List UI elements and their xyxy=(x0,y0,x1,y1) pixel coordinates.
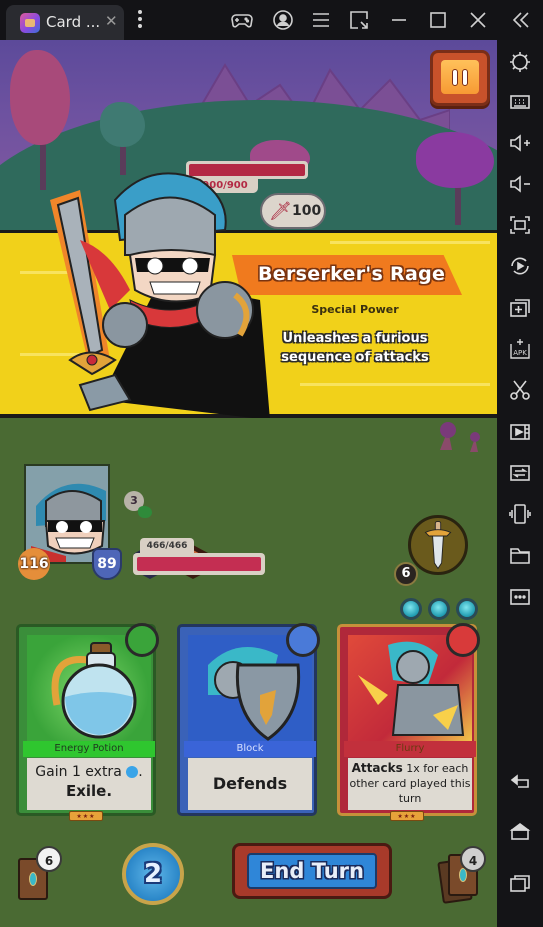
collapse-sidebar-icon[interactable] xyxy=(509,8,533,32)
card-description: Attacks 1x for each other card played th… xyxy=(348,758,472,810)
special-power-description: Unleashes a furious sequence of attacks xyxy=(281,331,429,365)
card-text-line: Exile. xyxy=(65,782,113,800)
card-title: Flurry xyxy=(344,741,476,757)
folder-icon[interactable] xyxy=(508,544,532,568)
card-text-line: Defends xyxy=(212,774,288,793)
emulator-toolbar: APK xyxy=(497,40,543,927)
pause-bar xyxy=(452,69,458,86)
settings-icon[interactable] xyxy=(508,50,532,74)
tree xyxy=(100,102,145,147)
mushroom-decoration xyxy=(440,422,480,452)
volume-up-icon[interactable] xyxy=(508,131,532,155)
card-block[interactable]: Block Defends xyxy=(177,623,320,816)
card-title: Energy Potion xyxy=(23,741,155,757)
tab-title: Card ... xyxy=(46,13,101,31)
more-icon[interactable] xyxy=(508,585,532,609)
minimize-icon[interactable] xyxy=(387,8,411,32)
player-health-text: 466/466 xyxy=(140,538,194,554)
knight-character-art xyxy=(50,172,270,420)
card-title: Block xyxy=(184,741,316,757)
sync-icon[interactable] xyxy=(508,461,532,485)
special-power-subtitle: Special Power xyxy=(311,303,399,316)
energy-counter: 2 xyxy=(122,843,184,905)
card-energy-potion[interactable]: Energy Potion Gain 1 extra . Exile. ★★★ xyxy=(16,623,159,821)
tab-close-button[interactable]: ✕ xyxy=(105,12,118,30)
card-flurry[interactable]: Flurry Attacks 1x for each other card pl… xyxy=(337,623,480,821)
record-video-icon[interactable] xyxy=(508,420,532,444)
shake-icon[interactable] xyxy=(508,502,532,526)
install-apk-icon[interactable]: APK xyxy=(508,337,532,361)
keyboard-icon[interactable] xyxy=(508,90,532,114)
player-armor-badge: 89 xyxy=(92,548,122,580)
draw-pile-count: 6 xyxy=(36,846,62,872)
card-rarity-stars: ★★★ xyxy=(390,811,424,821)
window-resize-icon[interactable] xyxy=(347,8,371,32)
screenshot-region-icon[interactable] xyxy=(508,213,532,237)
add-window-icon[interactable] xyxy=(508,296,532,320)
player-health-bar xyxy=(133,553,265,575)
app-tab[interactable]: Card ... ✕ xyxy=(6,5,124,40)
card-text-keyword: Attacks xyxy=(351,761,403,775)
back-icon[interactable] xyxy=(508,770,532,794)
pause-bar xyxy=(462,69,468,86)
discard-pile-count: 4 xyxy=(460,846,486,872)
end-turn-button[interactable]: End Turn xyxy=(232,843,392,899)
card-description: Gain 1 extra . Exile. xyxy=(27,758,151,810)
close-icon[interactable] xyxy=(466,8,490,32)
weapon-ability-button[interactable] xyxy=(408,515,468,575)
banner-stripe xyxy=(300,383,490,386)
sword-icon xyxy=(424,521,452,570)
account-icon[interactable] xyxy=(271,8,295,32)
mana-orb xyxy=(456,598,478,620)
pause-icon xyxy=(441,60,479,94)
tree xyxy=(10,50,70,145)
recent-apps-icon[interactable] xyxy=(508,871,532,895)
game-viewport[interactable]: 900/900 🗡 100 Berserker's Rage Special P… xyxy=(0,40,497,927)
weapon-charge-count: 6 xyxy=(394,562,418,586)
more-options-icon[interactable] xyxy=(137,10,143,30)
emulator-window: Card ... ✕ 900/900 🗡 100 Berserker's Rag… xyxy=(0,0,543,927)
card-description: Defends xyxy=(188,758,312,810)
maximize-icon[interactable] xyxy=(426,8,450,32)
volume-down-icon[interactable] xyxy=(508,172,532,196)
special-power-title: Berserker's Rage xyxy=(258,263,446,285)
gamepad-icon[interactable] xyxy=(230,8,254,32)
title-bar: Card ... ✕ xyxy=(0,0,543,40)
player-health-badge: 116 xyxy=(18,548,50,580)
player-health-fill xyxy=(137,557,261,571)
scissors-icon[interactable] xyxy=(508,378,532,402)
energy-icon xyxy=(126,766,139,778)
mana-orb xyxy=(428,598,450,620)
svg-text:APK: APK xyxy=(513,349,527,357)
banner-stripe xyxy=(330,241,490,244)
card-rarity-stars: ★★★ xyxy=(69,811,103,821)
menu-icon[interactable] xyxy=(309,8,333,32)
enemy-attack-value: 100 xyxy=(292,203,322,219)
app-icon xyxy=(20,13,40,33)
card-text-line: Gain 1 extra xyxy=(35,764,122,780)
rotate-play-icon[interactable] xyxy=(508,254,532,278)
defense-type-icon xyxy=(286,623,320,657)
end-turn-label: End Turn xyxy=(247,853,377,889)
home-icon[interactable] xyxy=(508,819,532,843)
frog-pet-icon xyxy=(138,506,152,518)
pause-button[interactable] xyxy=(430,50,490,106)
attack-type-icon xyxy=(446,623,480,657)
energy-type-icon xyxy=(125,623,159,657)
mana-orb xyxy=(400,598,422,620)
card-back-gem xyxy=(29,872,37,886)
tree xyxy=(416,132,494,188)
